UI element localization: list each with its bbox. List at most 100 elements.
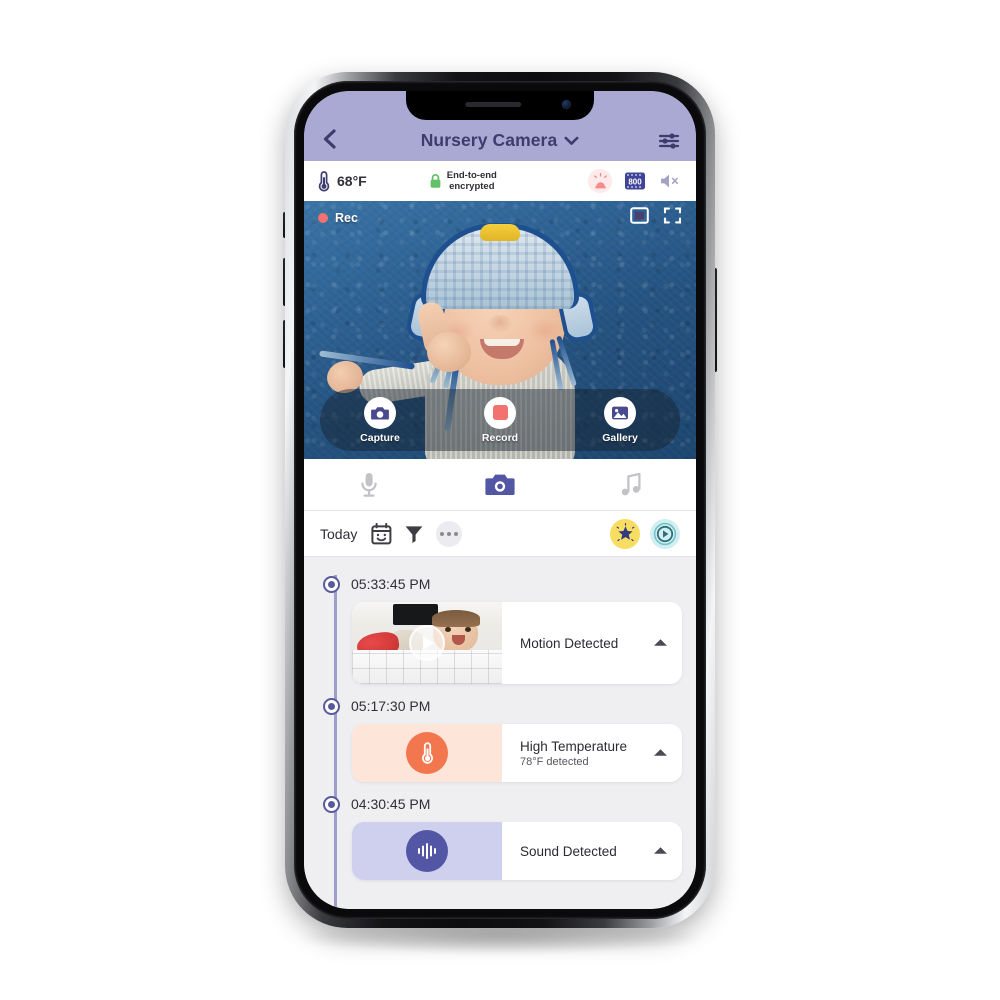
event-time: 05:33:45 PM <box>351 576 431 592</box>
thumb-tv <box>392 604 438 626</box>
speaker-muted-icon <box>661 174 678 188</box>
event-card[interactable]: Motion Detected <box>352 602 682 684</box>
play-button-overlay-icon[interactable] <box>409 625 445 661</box>
tab-video[interactable] <box>435 472 566 498</box>
gallery-icon <box>612 406 628 419</box>
tab-talk[interactable] <box>304 471 435 499</box>
play-circle-icon <box>653 522 677 545</box>
sliders-icon <box>658 133 680 149</box>
calendar-smiley-icon <box>371 522 392 544</box>
mode-tab-bar <box>304 459 696 511</box>
alarm-siren-icon <box>588 169 612 193</box>
highlights-button[interactable] <box>610 518 640 549</box>
event-body: Motion Detected <box>502 602 682 684</box>
page-title: Nursery Camera <box>420 130 558 150</box>
encryption-badge: End-to-end encrypted <box>429 170 497 193</box>
thermometer-icon <box>318 171 330 192</box>
encryption-line-2: encrypted <box>449 181 495 192</box>
sound-tile <box>352 822 502 880</box>
phone-bezel: Nursery Camera 68°F End-to-end encrypted… <box>304 91 696 909</box>
record-label: Record <box>481 431 519 444</box>
night-vision-label: 800 <box>628 177 642 186</box>
gallery-label: Gallery <box>602 431 638 444</box>
calendar-button[interactable] <box>371 522 392 545</box>
event-collapse-button[interactable] <box>653 744 668 762</box>
sound-wave-icon-circle <box>406 830 448 872</box>
today-label[interactable]: Today <box>320 526 357 542</box>
more-options-button[interactable] <box>436 520 463 547</box>
temperature-readout: 68°F <box>318 170 367 192</box>
event-timeline[interactable]: 05:33:45 PM Motion Detected 05:17:30 PM … <box>304 557 696 909</box>
picture-in-picture-button[interactable] <box>630 206 649 230</box>
alarm-button[interactable] <box>588 169 612 193</box>
record-icon-circle <box>484 396 516 429</box>
front-camera-icon <box>562 100 571 109</box>
encryption-line-1: End-to-end <box>446 169 497 181</box>
event-header: 05:17:30 PM <box>323 693 682 719</box>
chevron-left-icon <box>323 129 336 149</box>
record-icon <box>492 405 508 420</box>
timeline-event[interactable]: 05:33:45 PM Motion Detected <box>304 571 696 684</box>
thumb-mouth <box>451 634 465 645</box>
live-video-feed[interactable]: Rec Capture Record Gallery <box>304 201 696 459</box>
recording-label: Rec <box>335 211 358 225</box>
timeline-marker <box>323 795 340 813</box>
timeline-event[interactable]: 05:17:30 PM High Temperature 78°F detect… <box>304 693 696 782</box>
speaker-mute-button[interactable] <box>658 169 682 193</box>
sound-wave-icon <box>418 843 436 859</box>
camera-selector[interactable]: Nursery Camera <box>364 130 636 151</box>
music-note-icon <box>621 472 641 495</box>
fullscreen-icon <box>663 207 682 224</box>
timeline-event[interactable]: 04:30:45 PM Sound Detected <box>304 791 696 880</box>
more-dots-icon <box>454 531 459 536</box>
fullscreen-button[interactable] <box>663 206 682 230</box>
page-root: Nursery Camera 68°F End-to-end encrypted… <box>0 0 1000 1000</box>
timeline-marker <box>323 697 340 715</box>
sparkle-star-icon <box>616 523 634 542</box>
thermometer-icon <box>421 742 433 764</box>
night-vision-800-icon: 800 <box>625 172 645 190</box>
phone-notch <box>406 91 594 120</box>
more-dots-icon <box>440 531 445 536</box>
earpiece-speaker <box>465 102 522 107</box>
motion-video-thumbnail[interactable] <box>352 602 502 684</box>
caret-up-icon <box>654 639 667 646</box>
event-header: 05:33:45 PM <box>323 571 682 597</box>
event-collapse-button[interactable] <box>653 634 668 652</box>
mouth <box>480 339 524 359</box>
status-icons: 800 <box>588 169 682 193</box>
temperature-value: 68°F <box>337 173 367 189</box>
phone-frame: Nursery Camera 68°F End-to-end encrypted… <box>285 72 715 928</box>
filter-button[interactable] <box>404 524 424 544</box>
event-time: 05:17:30 PM <box>351 698 431 714</box>
video-top-actions <box>630 206 682 230</box>
back-button[interactable] <box>320 127 364 151</box>
gallery-button[interactable]: Gallery <box>583 396 657 444</box>
video-controls-bar: Capture Record Gallery <box>320 389 680 451</box>
settings-button[interactable] <box>636 131 680 151</box>
night-vision-button[interactable]: 800 <box>623 169 647 193</box>
tab-music[interactable] <box>565 472 696 498</box>
capture-button[interactable]: Capture <box>343 396 417 444</box>
timelapse-button[interactable] <box>650 518 680 549</box>
event-collapse-button[interactable] <box>653 842 668 860</box>
event-title: High Temperature <box>520 738 628 754</box>
gallery-icon-circle <box>604 396 636 429</box>
siren-glyph <box>593 173 607 189</box>
phone-inner-frame: Nursery Camera 68°F End-to-end encrypted… <box>294 81 706 919</box>
record-button[interactable]: Record <box>463 396 537 444</box>
event-text: High Temperature 78°F detected <box>520 739 627 768</box>
thermometer-icon-circle <box>406 732 448 774</box>
more-dots-icon <box>447 531 452 536</box>
event-card[interactable]: Sound Detected <box>352 822 682 880</box>
padlock-icon <box>430 174 441 188</box>
recording-indicator: Rec <box>318 211 358 225</box>
event-card[interactable]: High Temperature 78°F detected <box>352 724 682 782</box>
event-body: Sound Detected <box>502 822 682 880</box>
encryption-text: End-to-end encrypted <box>447 170 497 193</box>
event-text: Motion Detected <box>520 636 618 651</box>
event-header: 04:30:45 PM <box>323 791 682 817</box>
event-time: 04:30:45 PM <box>351 796 431 812</box>
microphone-icon <box>361 472 378 497</box>
video-top-bar: Rec <box>304 201 696 235</box>
